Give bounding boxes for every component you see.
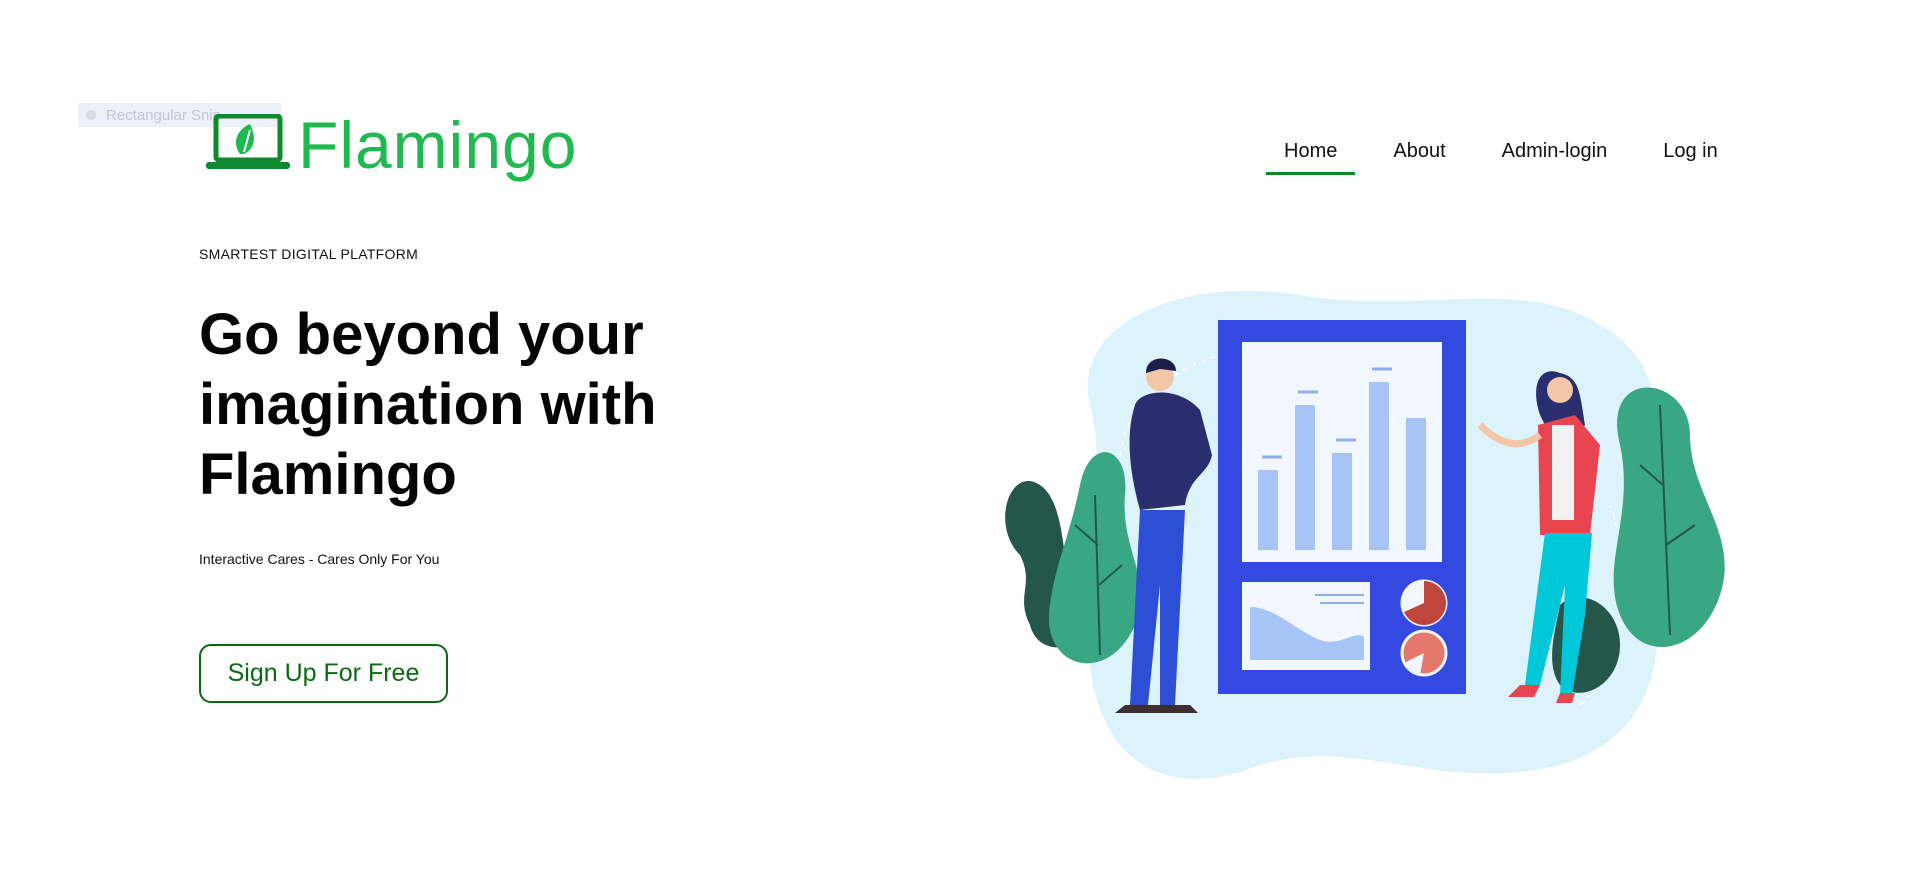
hero-headline: Go beyond your imagination with Flamingo	[199, 302, 657, 507]
sign-up-button[interactable]: Sign Up For Free	[199, 644, 448, 703]
laptop-leaf-icon	[206, 114, 290, 169]
nav-login-link[interactable]: Log in	[1645, 134, 1736, 175]
dashboard-presentation-illustration	[1005, 290, 1725, 779]
nav-about-link[interactable]: About	[1375, 134, 1463, 175]
nav-admin-login-link[interactable]: Admin-login	[1484, 134, 1626, 175]
hero-eyebrow: SMARTEST DIGITAL PLATFORM	[199, 246, 419, 262]
hero-subline: Interactive Cares - Cares Only For You	[199, 551, 440, 567]
snip-tool-label: Rectangular Snip	[106, 106, 222, 124]
snip-tool-icon	[86, 110, 96, 120]
main-nav: Home About Admin-login Log in	[1266, 134, 1756, 175]
nav-home-link[interactable]: Home	[1266, 134, 1356, 175]
brand-logo[interactable]: Flamingo	[206, 112, 577, 178]
brand-name: Flamingo	[298, 108, 578, 182]
